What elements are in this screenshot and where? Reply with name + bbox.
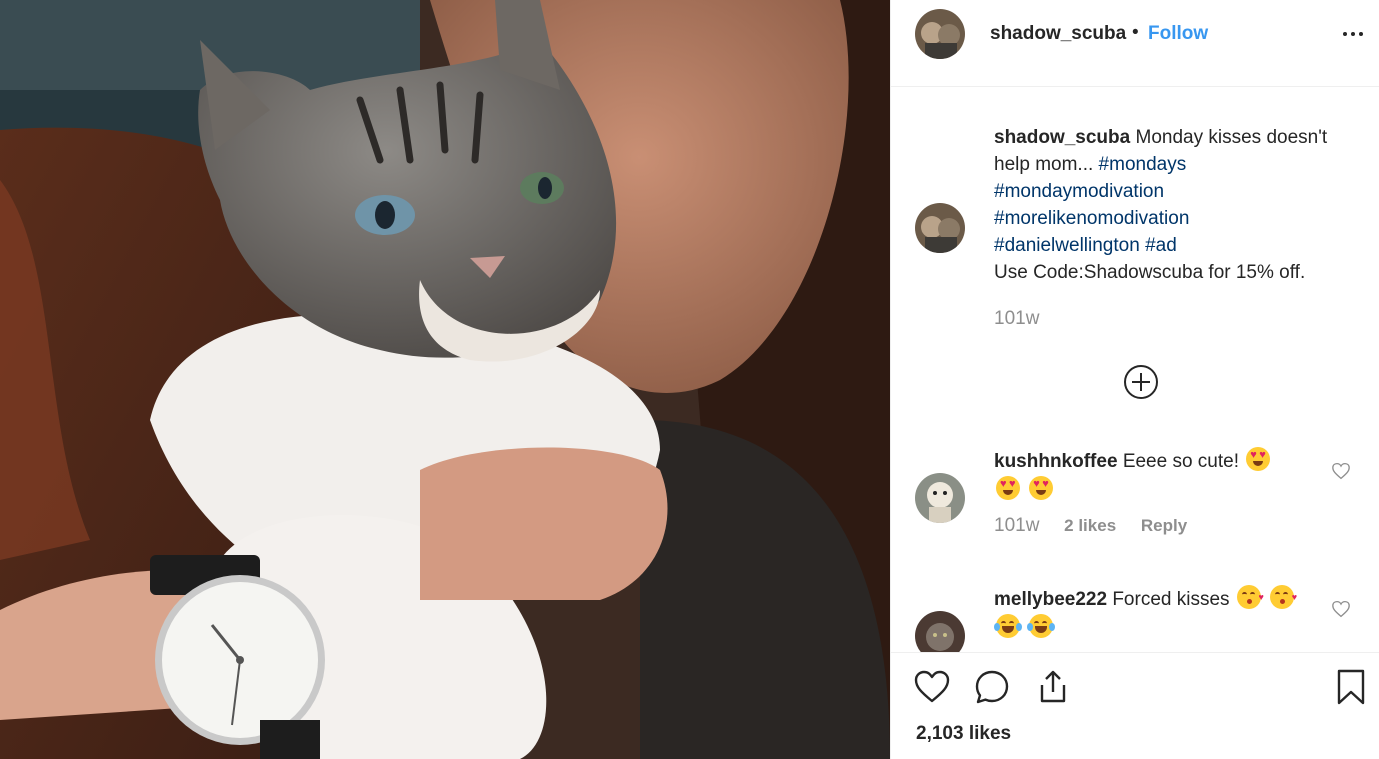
hashtag-link[interactable]: #danielwellington [994, 235, 1140, 256]
commenter-username[interactable]: mellybee222 [994, 589, 1107, 610]
reply-button[interactable]: Reply [1141, 516, 1187, 535]
caption-timestamp[interactable]: 101w [994, 308, 1039, 330]
like-heart-icon[interactable] [913, 668, 951, 706]
comment-timestamp[interactable]: 101w [994, 515, 1039, 536]
post-photo[interactable] [0, 0, 890, 759]
more-horizontal-icon[interactable] [1343, 24, 1367, 44]
commenter-username[interactable]: kushhnkoffee [994, 451, 1118, 472]
hashtag-link[interactable]: #mondays [1099, 154, 1187, 175]
comments-list[interactable]: shadow_scuba Monday kisses doesn't help … [891, 87, 1379, 652]
comment-likes[interactable]: 2 likes [1064, 516, 1116, 535]
post-caption: shadow_scuba Monday kisses doesn't help … [994, 124, 1364, 286]
share-icon[interactable] [1034, 668, 1072, 706]
hashtag-link[interactable]: #morelikenomodivation [994, 208, 1189, 229]
kissing-face-emoji: ♥ [1270, 585, 1297, 609]
kissing-face-emoji: ♥ [1236, 585, 1264, 609]
follow-button[interactable]: Follow [1148, 23, 1208, 45]
commenter-avatar[interactable] [915, 611, 965, 652]
commenter-avatar[interactable] [915, 473, 965, 523]
post-actions: 2,103 likes [891, 652, 1379, 759]
laughing-tears-emoji [1027, 614, 1056, 638]
comment-text: Eeee so cute! [1122, 451, 1240, 472]
bookmark-icon[interactable] [1332, 668, 1370, 706]
post-image [0, 0, 890, 759]
post-header: shadow_scuba • Follow [891, 0, 1379, 87]
laughing-tears-emoji [994, 614, 1022, 638]
heart-eyes-cat-emoji [996, 476, 1020, 500]
plus-circle-icon [1124, 365, 1158, 399]
hashtag-link[interactable]: #mondaymodivation [994, 181, 1164, 202]
comment-meta: 101w 2 likes Reply [994, 515, 1187, 537]
caption-username[interactable]: shadow_scuba [994, 127, 1130, 148]
author-username[interactable]: shadow_scuba [990, 23, 1126, 45]
caption-promo: Use Code:Shadowscuba for 15% off. [994, 262, 1306, 283]
comment-icon[interactable] [973, 668, 1011, 706]
heart-eyes-cat-emoji [1246, 447, 1271, 471]
load-more-comments-button[interactable] [1123, 364, 1159, 400]
comment-text-block: mellybee222 Forced kisses ♥ ♥ [994, 585, 1314, 643]
post-side-panel: shadow_scuba • Follow shadow_scuba Monda… [890, 0, 1379, 759]
heart-eyes-cat-emoji [1029, 476, 1054, 500]
comment-text: Forced kisses [1112, 589, 1230, 610]
like-comment-heart-icon[interactable] [1331, 462, 1351, 480]
like-comment-heart-icon[interactable] [1331, 600, 1351, 618]
hashtag-link[interactable]: #ad [1145, 235, 1177, 256]
comment-text-block: kushhnkoffee Eeee so cute! [994, 447, 1314, 505]
caption-author-avatar[interactable] [915, 203, 965, 253]
separator-dot: • [1132, 22, 1139, 43]
likes-count[interactable]: 2,103 likes [916, 723, 1011, 745]
author-avatar[interactable] [915, 9, 965, 59]
